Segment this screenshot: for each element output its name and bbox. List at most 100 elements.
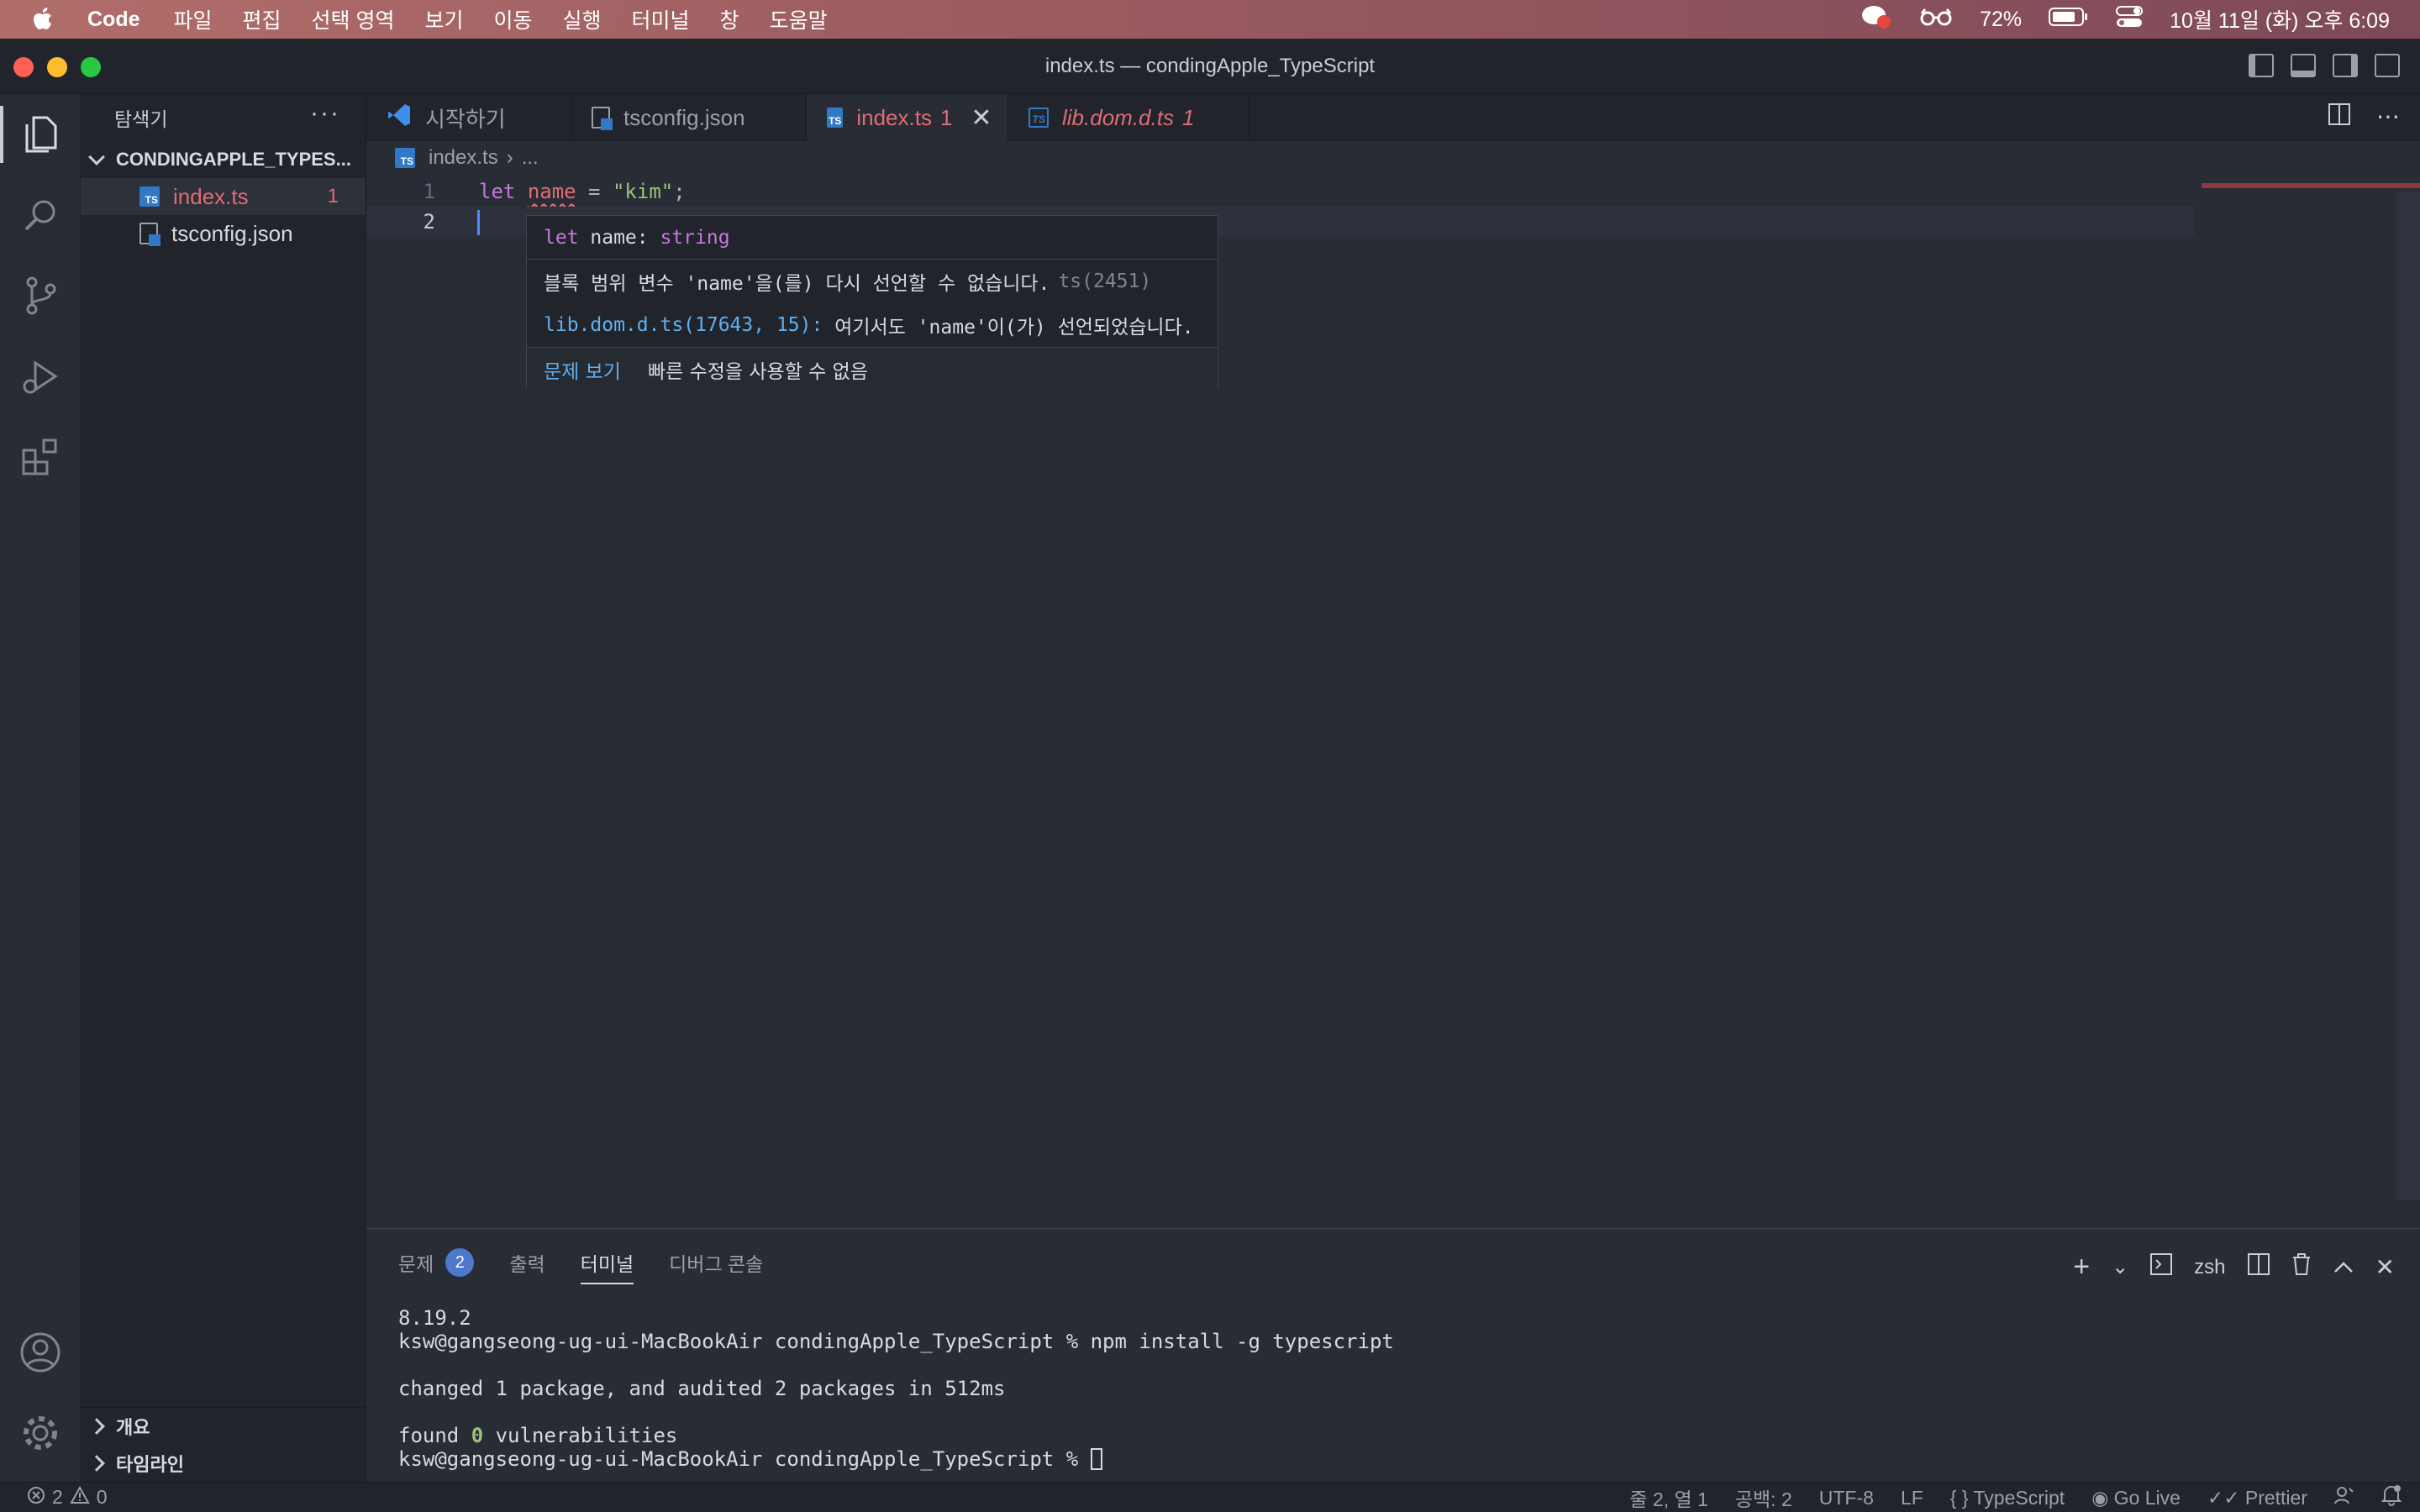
customize-layout-icon[interactable] [2375, 54, 2400, 77]
extensions-icon[interactable] [0, 417, 81, 497]
menu-run[interactable]: 실행 [563, 4, 602, 34]
menu-go[interactable]: 이동 [494, 4, 533, 34]
split-editor-icon[interactable] [2328, 102, 2351, 132]
menu-selection[interactable]: 선택 영역 [312, 4, 395, 34]
keyword-token: let [479, 180, 516, 203]
status-language-label: TypeScript [1973, 1486, 2065, 1509]
hover-error-text: 블록 범위 변수 'name'을(를) 다시 선언할 수 없습니다. [544, 273, 1050, 295]
status-eol[interactable]: LF [1901, 1487, 1923, 1509]
tab-label: index.ts [856, 104, 932, 130]
search-icon[interactable] [0, 175, 81, 255]
status-indentation[interactable]: 공백: 2 [1735, 1483, 1792, 1512]
problems-count-badge: 2 [445, 1248, 475, 1277]
typescript-file-icon: TS [1028, 108, 1049, 128]
explorer-more-icon[interactable]: ··· [310, 99, 340, 128]
panel-tab-output[interactable]: 출력 [509, 1244, 544, 1281]
toggle-panel-icon[interactable] [2291, 54, 2316, 77]
hover-error-code: ts(2451) [1058, 270, 1152, 292]
file-index-ts[interactable]: TS index.ts 1 [81, 178, 366, 215]
double-check-icon: ✓✓ [2207, 1486, 2240, 1509]
status-encoding[interactable]: UTF-8 [1819, 1487, 1874, 1509]
status-prettier[interactable]: ✓✓ Prettier [2207, 1487, 2307, 1509]
tab-lib-dom[interactable]: TS lib.dom.d.ts 1 [1008, 94, 1249, 141]
status-language[interactable]: { } TypeScript [1950, 1487, 2065, 1509]
status-go-live[interactable]: ◉ Go Live [2091, 1487, 2181, 1509]
status-problems[interactable]: 2 0 [0, 1485, 108, 1509]
editor-scrollbar[interactable] [2396, 192, 2420, 1200]
broadcast-icon: ◉ [2091, 1486, 2109, 1509]
tab-label: lib.dom.d.ts [1062, 104, 1174, 130]
tsconfig-file-icon [139, 223, 160, 246]
terminal-line: found 0 vulnerabilities [398, 1424, 1394, 1447]
line-number: 2 [423, 210, 435, 234]
terminal-line: ksw@gangseong-ug-ui-MacBookAir condingAp… [398, 1330, 1394, 1353]
run-debug-icon[interactable] [0, 336, 81, 417]
tab-label: 시작하기 [425, 106, 506, 132]
editor-more-icon[interactable]: ⋯ [2376, 102, 2400, 132]
split-terminal-icon[interactable] [2247, 1253, 2270, 1281]
new-terminal-plus-icon[interactable]: + [2073, 1251, 2090, 1284]
close-panel-icon[interactable]: ✕ [2375, 1253, 2395, 1281]
window-minimize-button[interactable] [47, 57, 67, 77]
explorer-title: 탐색기 [114, 108, 168, 130]
outline-section[interactable]: 개요 [81, 1408, 366, 1445]
apple-menu-icon[interactable] [0, 6, 87, 33]
source-control-icon[interactable] [0, 255, 81, 336]
menu-app-code[interactable]: Code [87, 8, 140, 32]
terminal-shell-name[interactable]: zsh [2194, 1256, 2225, 1279]
terminal-dropdown-chevron-icon[interactable]: ⌄ [2112, 1255, 2128, 1279]
toggle-primary-sidebar-icon[interactable] [2249, 54, 2274, 77]
status-cursor-position[interactable]: 줄 2, 열 1 [1629, 1483, 1707, 1512]
panel-tab-problems[interactable]: 문제 2 [398, 1244, 475, 1281]
menu-edit[interactable]: 편집 [243, 4, 281, 34]
menu-view[interactable]: 보기 [424, 4, 463, 34]
battery-icon[interactable] [2049, 7, 2089, 33]
hover-related-link[interactable]: lib.dom.d.ts(17643, 15): [544, 314, 823, 336]
code-text: let name = "kim"; [479, 180, 686, 203]
window-close-button[interactable] [13, 57, 34, 77]
tsconfig-file-icon [592, 107, 613, 130]
feedback-person-icon[interactable] [2334, 1485, 2354, 1510]
breadcrumb-file[interactable]: index.ts [429, 146, 498, 170]
accounts-icon[interactable] [0, 1312, 81, 1393]
notifications-bell-icon[interactable] [2381, 1484, 2402, 1511]
window-title: index.ts — condingApple_TypeScript [1044, 54, 1376, 77]
file-tsconfig-json[interactable]: tsconfig.json [81, 215, 366, 252]
status-prettier-label: Prettier [2244, 1486, 2307, 1509]
braces-icon: { } [1949, 1486, 1969, 1509]
editor-tab-bar: 시작하기 tsconfig.json TS index.ts 1 ✕ TS li… [366, 94, 2420, 141]
chevron-down-icon [88, 149, 105, 165]
explorer-sidebar: 탐색기 ··· CONDINGAPPLE_TYPES... TS index.t… [81, 94, 366, 1482]
tab-index-ts[interactable]: TS index.ts 1 ✕ [807, 94, 1008, 141]
tab-welcome[interactable]: 시작하기 [366, 94, 571, 141]
view-problem-link[interactable]: 문제 보기 [544, 355, 621, 384]
glasses-icon[interactable] [1919, 7, 1953, 33]
code-line: 1 let name = "kim"; [366, 176, 2420, 207]
close-icon[interactable]: ✕ [971, 103, 992, 133]
string-token: "kim" [612, 180, 674, 203]
panel-tab-label: 터미널 [580, 1253, 634, 1275]
chat-notification-icon[interactable] [1860, 3, 1892, 36]
menu-help[interactable]: 도움말 [770, 4, 828, 34]
maximize-panel-chevron-up-icon[interactable] [2333, 1256, 2354, 1279]
tab-tsconfig[interactable]: tsconfig.json [571, 94, 807, 141]
kill-terminal-trash-icon[interactable] [2291, 1252, 2312, 1282]
menu-terminal[interactable]: 터미널 [632, 4, 690, 34]
panel-tab-debug-console[interactable]: 디버그 콘솔 [669, 1244, 763, 1281]
explorer-icon[interactable] [0, 94, 81, 175]
tab-error-count: 1 [1181, 104, 1195, 130]
window-zoom-button[interactable] [81, 57, 101, 77]
timeline-section[interactable]: 타임라인 [81, 1445, 366, 1482]
terminal-output[interactable]: 8.19.2 ksw@gangseong-ug-ui-MacBookAir con… [398, 1306, 1394, 1471]
menu-window[interactable]: 창 [720, 4, 739, 34]
panel-tab-terminal[interactable]: 터미널 [580, 1244, 634, 1284]
manage-gear-icon[interactable] [0, 1393, 81, 1473]
breadcrumb-more[interactable]: ... [522, 146, 539, 170]
folder-header[interactable]: CONDINGAPPLE_TYPES... [81, 141, 366, 178]
control-center-icon[interactable] [2116, 5, 2144, 34]
file-name: tsconfig.json [171, 220, 293, 246]
vulnerability-text: vulnerabilities [483, 1424, 678, 1447]
menu-file[interactable]: 파일 [174, 4, 213, 34]
menubar-clock[interactable]: 10월 11일 (화) 오후 6:09 [2170, 4, 2390, 34]
toggle-secondary-sidebar-icon[interactable] [2333, 54, 2358, 77]
